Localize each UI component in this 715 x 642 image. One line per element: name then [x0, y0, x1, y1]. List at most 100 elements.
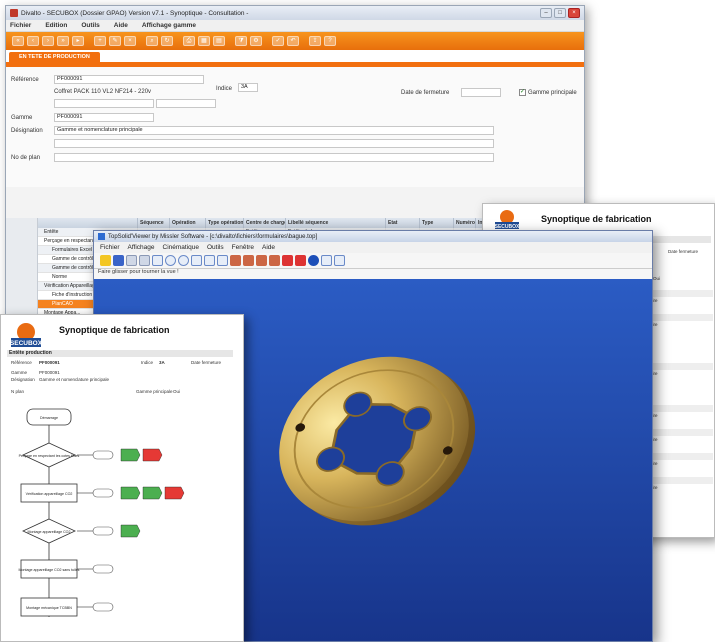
ts-menu-cinematique[interactable]: Cinématique — [163, 244, 200, 251]
first-record-icon[interactable]: « — [12, 36, 24, 46]
no-plan-field[interactable] — [54, 153, 494, 162]
grid-header-cell[interactable]: Numéro — [454, 218, 476, 228]
goto-icon[interactable]: ▸ — [72, 36, 84, 46]
main-title-bar: Divalto - SECUBOX (Dossier GPAO) Version… — [6, 6, 584, 20]
filter-icon[interactable]: ⧩ — [235, 36, 247, 46]
validate-icon[interactable]: ✓ — [272, 36, 284, 46]
topsolid-toolbar — [94, 253, 652, 269]
add-icon[interactable]: + — [94, 36, 106, 46]
topsolid-app-icon — [98, 233, 105, 240]
doc-left-plan-label: N plan — [11, 389, 25, 394]
no-plan-label: No de plan — [11, 155, 41, 161]
flow-status-tag — [120, 524, 141, 538]
rotate-icon[interactable] — [204, 255, 215, 266]
delete-icon[interactable]: × — [124, 36, 136, 46]
gamme-principale-checkbox[interactable]: ✓ — [519, 89, 526, 96]
open-folder-icon[interactable] — [100, 255, 111, 266]
designation-field-2[interactable] — [54, 139, 494, 148]
synoptique-document-left: SECUBOX Synoptique de fabrication Entête… — [0, 314, 244, 642]
doc-left-gamme-label: Gamme — [11, 370, 28, 375]
topsolid-title-text: TopSolid'Viewer by Missler Software - [c… — [108, 233, 318, 240]
markup-icon[interactable] — [334, 255, 345, 266]
fit-all-icon[interactable] — [217, 255, 228, 266]
grid-header-cell[interactable]: Type opération — [206, 218, 244, 228]
view-front-icon[interactable] — [230, 255, 241, 266]
doc-left-gp-label: Gamme principale — [136, 389, 173, 394]
gamme-field[interactable]: PF000091 — [54, 113, 154, 122]
next-record-icon[interactable]: › — [42, 36, 54, 46]
menu-affichage-gamme[interactable]: Affichage gamme — [142, 22, 196, 29]
grid-header-cell[interactable]: Libellé séquence — [286, 218, 386, 228]
zoom-out-icon[interactable] — [178, 255, 189, 266]
doc-left-indice-value: 3A — [159, 360, 165, 365]
menu-outils[interactable]: Outils — [81, 22, 99, 29]
date-fermeture-field[interactable] — [461, 88, 501, 97]
doc-right-title: Synoptique de fabrication — [541, 214, 652, 224]
designation-field[interactable]: Gamme et nomenclature principale — [54, 126, 494, 135]
doc-left-indice-label: Indice — [141, 360, 154, 365]
save-icon[interactable] — [113, 255, 124, 266]
doc-left-ref-label: Référence — [11, 360, 32, 365]
grid-header-cell[interactable]: Séquence — [138, 218, 170, 228]
ts-menu-fenetre[interactable]: Fenêtre — [232, 244, 254, 251]
doc-left-ref-value: PF000091 — [39, 360, 60, 365]
grid-header-cell[interactable]: Etat — [386, 218, 420, 228]
description-field-2[interactable] — [156, 99, 216, 108]
search-icon[interactable]: ⌕ — [146, 36, 158, 46]
zoom-window-icon[interactable] — [152, 255, 163, 266]
grid-header-cell[interactable] — [38, 218, 138, 228]
doc-left-gamme-value: PF000091 — [39, 370, 60, 375]
measure-icon[interactable] — [295, 255, 306, 266]
ts-menu-affichage[interactable]: Affichage — [128, 244, 155, 251]
main-menu-bar: Fichier Edition Outils Aide Affichage ga… — [6, 20, 584, 32]
chart-icon[interactable]: ▦ — [198, 36, 210, 46]
last-record-icon[interactable]: » — [57, 36, 69, 46]
date-fermeture-label: Date de fermeture — [401, 90, 450, 96]
grid-header-cell[interactable]: Opération — [170, 218, 206, 228]
reference-field[interactable]: PF000091 — [54, 75, 204, 84]
tab-en-tete-production[interactable]: EN TETE DE PRODUCTION — [9, 52, 100, 62]
ts-menu-fichier[interactable]: Fichier — [100, 244, 120, 251]
view-iso-icon[interactable] — [269, 255, 280, 266]
ts-menu-aide[interactable]: Aide — [262, 244, 275, 251]
main-tab-bar: EN TETE DE PRODUCTION — [6, 50, 584, 62]
description-field[interactable] — [54, 99, 154, 108]
minimize-button[interactable]: – — [540, 8, 552, 18]
flow-status-tag — [142, 486, 163, 500]
annotate-icon[interactable] — [321, 255, 332, 266]
menu-edition[interactable]: Edition — [45, 22, 67, 29]
close-button[interactable]: × — [568, 8, 580, 18]
help-icon[interactable]: ? — [324, 36, 336, 46]
menu-aide[interactable]: Aide — [114, 22, 128, 29]
chart-alt-icon[interactable]: ▤ — [213, 36, 225, 46]
grid-header-cell[interactable]: Centre de charge — [244, 218, 286, 228]
previous-record-icon[interactable]: ‹ — [27, 36, 39, 46]
print-preview-icon[interactable] — [126, 255, 137, 266]
view-right-icon[interactable] — [256, 255, 267, 266]
zoom-in-icon[interactable] — [165, 255, 176, 266]
flow-status-tag — [142, 448, 163, 462]
print-icon[interactable] — [139, 255, 150, 266]
flow-side-node — [92, 564, 114, 574]
topsolid-menu-bar: Fichier Affichage Cinématique Outils Fen… — [94, 242, 652, 253]
view-top-icon[interactable] — [243, 255, 254, 266]
pan-icon[interactable] — [191, 255, 202, 266]
main-title-text: Divalto - SECUBOX (Dossier GPAO) Version… — [21, 9, 249, 17]
flow-status-tag — [120, 448, 141, 462]
info-icon[interactable] — [308, 255, 319, 266]
export-icon[interactable]: ⇪ — [309, 36, 321, 46]
section-icon[interactable] — [282, 255, 293, 266]
undo-icon[interactable]: ↶ — [287, 36, 299, 46]
refresh-icon[interactable]: ↻ — [161, 36, 173, 46]
print-icon[interactable]: ⎙ — [183, 36, 195, 46]
maximize-button[interactable]: □ — [554, 8, 566, 18]
menu-fichier[interactable]: Fichier — [10, 22, 31, 29]
doc-left-designation-value: Gamme et nomenclature principale — [39, 377, 110, 382]
grid-header-cell[interactable]: Type — [420, 218, 454, 228]
edit-icon[interactable]: ✎ — [109, 36, 121, 46]
topsolid-title-bar: TopSolid'Viewer by Missler Software - [c… — [94, 231, 652, 242]
ts-menu-outils[interactable]: Outils — [207, 244, 224, 251]
tools-icon[interactable]: ⚙ — [250, 36, 262, 46]
flow-side-node — [92, 526, 114, 536]
indice-field[interactable]: 3A — [238, 83, 258, 92]
